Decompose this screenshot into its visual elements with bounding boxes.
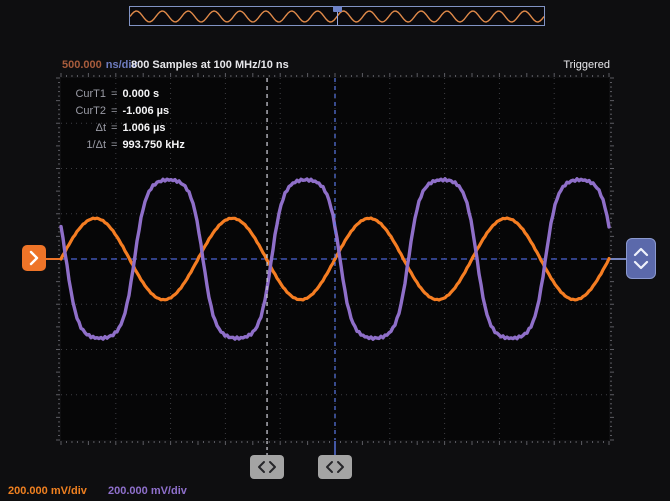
- cursor-t1-handle[interactable]: [318, 455, 352, 479]
- cursor-readout: CurT1 = 0.000 s CurT2 = -1.006 µs Δt = 1…: [64, 86, 185, 154]
- trigger-status: Triggered: [563, 59, 610, 71]
- trigger-position-line: [337, 12, 338, 25]
- readout-row-curt2: CurT2 = -1.006 µs: [64, 103, 185, 120]
- cursor-t2-handle[interactable]: [250, 455, 284, 479]
- readout-label: CurT1: [64, 86, 106, 103]
- chevron-left-right-icon: [318, 455, 352, 479]
- readout-row-dt: Δt = 1.006 µs: [64, 120, 185, 137]
- readout-eq: =: [111, 120, 117, 137]
- readout-label: Δt: [64, 120, 106, 137]
- readout-value: -1.006 µs: [122, 103, 169, 120]
- oscilloscope-app: 500.000ns/div 800 Samples at 100 MHz/10 …: [0, 0, 670, 501]
- chevron-left-right-icon: [250, 455, 284, 479]
- readout-eq: =: [111, 103, 117, 120]
- timebase-readout: 500.000ns/div: [62, 59, 138, 71]
- ch1-level-marker[interactable]: [22, 245, 46, 271]
- readout-eq: =: [111, 137, 117, 154]
- ch2-level-marker[interactable]: [626, 238, 656, 279]
- ch2-scale-label: 200.000 mV/div: [108, 485, 187, 497]
- scope-plot: [0, 0, 670, 501]
- readout-value: 993.750 kHz: [122, 137, 184, 154]
- readout-row-inv-dt: 1/Δt = 993.750 kHz: [64, 137, 185, 154]
- chevron-right-icon: [22, 245, 46, 271]
- sample-info: 800 Samples at 100 MHz/10 ns: [131, 59, 289, 71]
- ch1-scale-label: 200.000 mV/div: [8, 485, 87, 497]
- readout-value: 1.006 µs: [122, 120, 165, 137]
- timebase-value: 500.000: [62, 59, 102, 71]
- chevron-up-down-icon: [627, 239, 655, 278]
- readout-label: 1/Δt: [64, 137, 106, 154]
- readout-row-curt1: CurT1 = 0.000 s: [64, 86, 185, 103]
- readout-value: 0.000 s: [122, 86, 159, 103]
- overview-strip[interactable]: [129, 6, 545, 26]
- readout-label: CurT2: [64, 103, 106, 120]
- readout-eq: =: [111, 86, 117, 103]
